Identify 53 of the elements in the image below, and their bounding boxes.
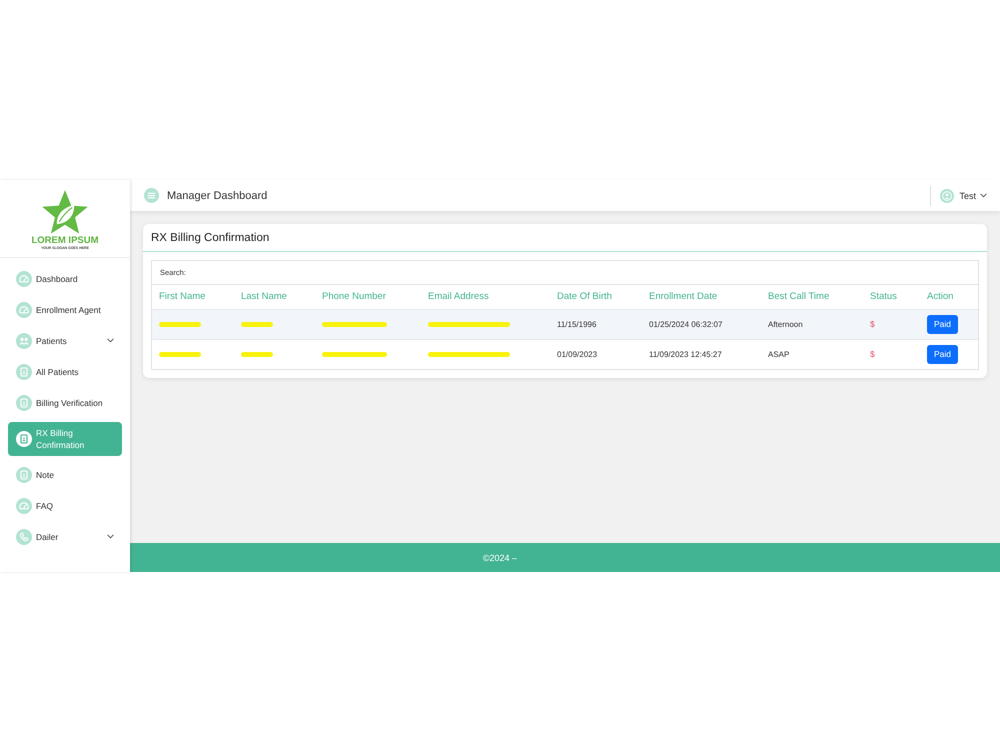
redaction-mark: [159, 352, 201, 357]
footer-text: ©2024 –: [482, 552, 518, 562]
table-cell: Afternoon: [761, 309, 863, 339]
table-cell: 01/09/2023: [550, 339, 642, 369]
gauge-icon: [16, 270, 32, 286]
sidebar-menu-item[interactable]: All Patients: [8, 356, 122, 387]
paid-button[interactable]: Paid: [927, 344, 958, 364]
logo-text: LOREM IPSUM: [31, 236, 99, 246]
column-header: Last Name: [234, 285, 315, 309]
status-text: $: [870, 319, 875, 329]
star-leaf-logo-icon: [41, 189, 89, 235]
document-icon: [16, 394, 32, 410]
redaction-mark: [322, 352, 387, 357]
redaction-mark: [241, 352, 273, 357]
document-icon: [16, 431, 32, 447]
column-header: Email Address: [421, 285, 550, 309]
column-header: Status: [863, 285, 920, 309]
chevron-down-icon: [107, 534, 114, 539]
chevron-down-icon: [107, 338, 114, 343]
chevron-down-icon: [980, 193, 987, 198]
user-menu-button[interactable]: Test: [940, 188, 987, 202]
sidebar-menu-item[interactable]: Dailer: [8, 521, 122, 552]
column-header: Enrollment Date: [642, 285, 761, 309]
people-icon: [16, 332, 32, 348]
card-title: RX Billing Confirmation: [151, 232, 270, 244]
column-header: Phone Number: [315, 285, 421, 309]
gauge-icon: [16, 498, 32, 514]
table-cell: 01/25/2024 06:32:07: [642, 309, 761, 339]
page-title: Manager Dashboard: [167, 190, 268, 202]
column-header: First Name: [152, 285, 234, 309]
table-cell: 11/09/2023 12:45:27: [642, 339, 761, 369]
sidebar-menu-item[interactable]: Billing Verification: [8, 387, 122, 418]
sidebar-menu-item[interactable]: Patients: [8, 325, 122, 356]
column-header: Date Of Birth: [550, 285, 642, 309]
document-icon: [16, 364, 32, 380]
redaction-mark: [322, 322, 387, 326]
sidebar-menu-item[interactable]: Enrollment Agent: [8, 294, 122, 325]
gauge-icon: [16, 302, 32, 318]
sidebar-menu-item[interactable]: Dashboard: [8, 263, 122, 294]
redaction-mark: [241, 322, 273, 326]
sidebar-menu-item[interactable]: Note: [8, 459, 122, 490]
phone-icon: [16, 528, 32, 544]
document-icon: [16, 466, 32, 482]
status-text: $: [870, 349, 875, 360]
redaction-mark: [159, 322, 201, 326]
table-cell: ASAP: [761, 339, 863, 369]
menu-icon[interactable]: [144, 188, 159, 203]
column-header: Action: [920, 285, 978, 309]
sidebar-menu-item[interactable]: FAQ: [8, 490, 122, 521]
paid-button[interactable]: Paid: [927, 314, 958, 334]
column-header: Best Call Time: [761, 285, 863, 309]
table-cell: 11/15/1996: [550, 309, 642, 339]
user-avatar-icon: [940, 188, 954, 202]
